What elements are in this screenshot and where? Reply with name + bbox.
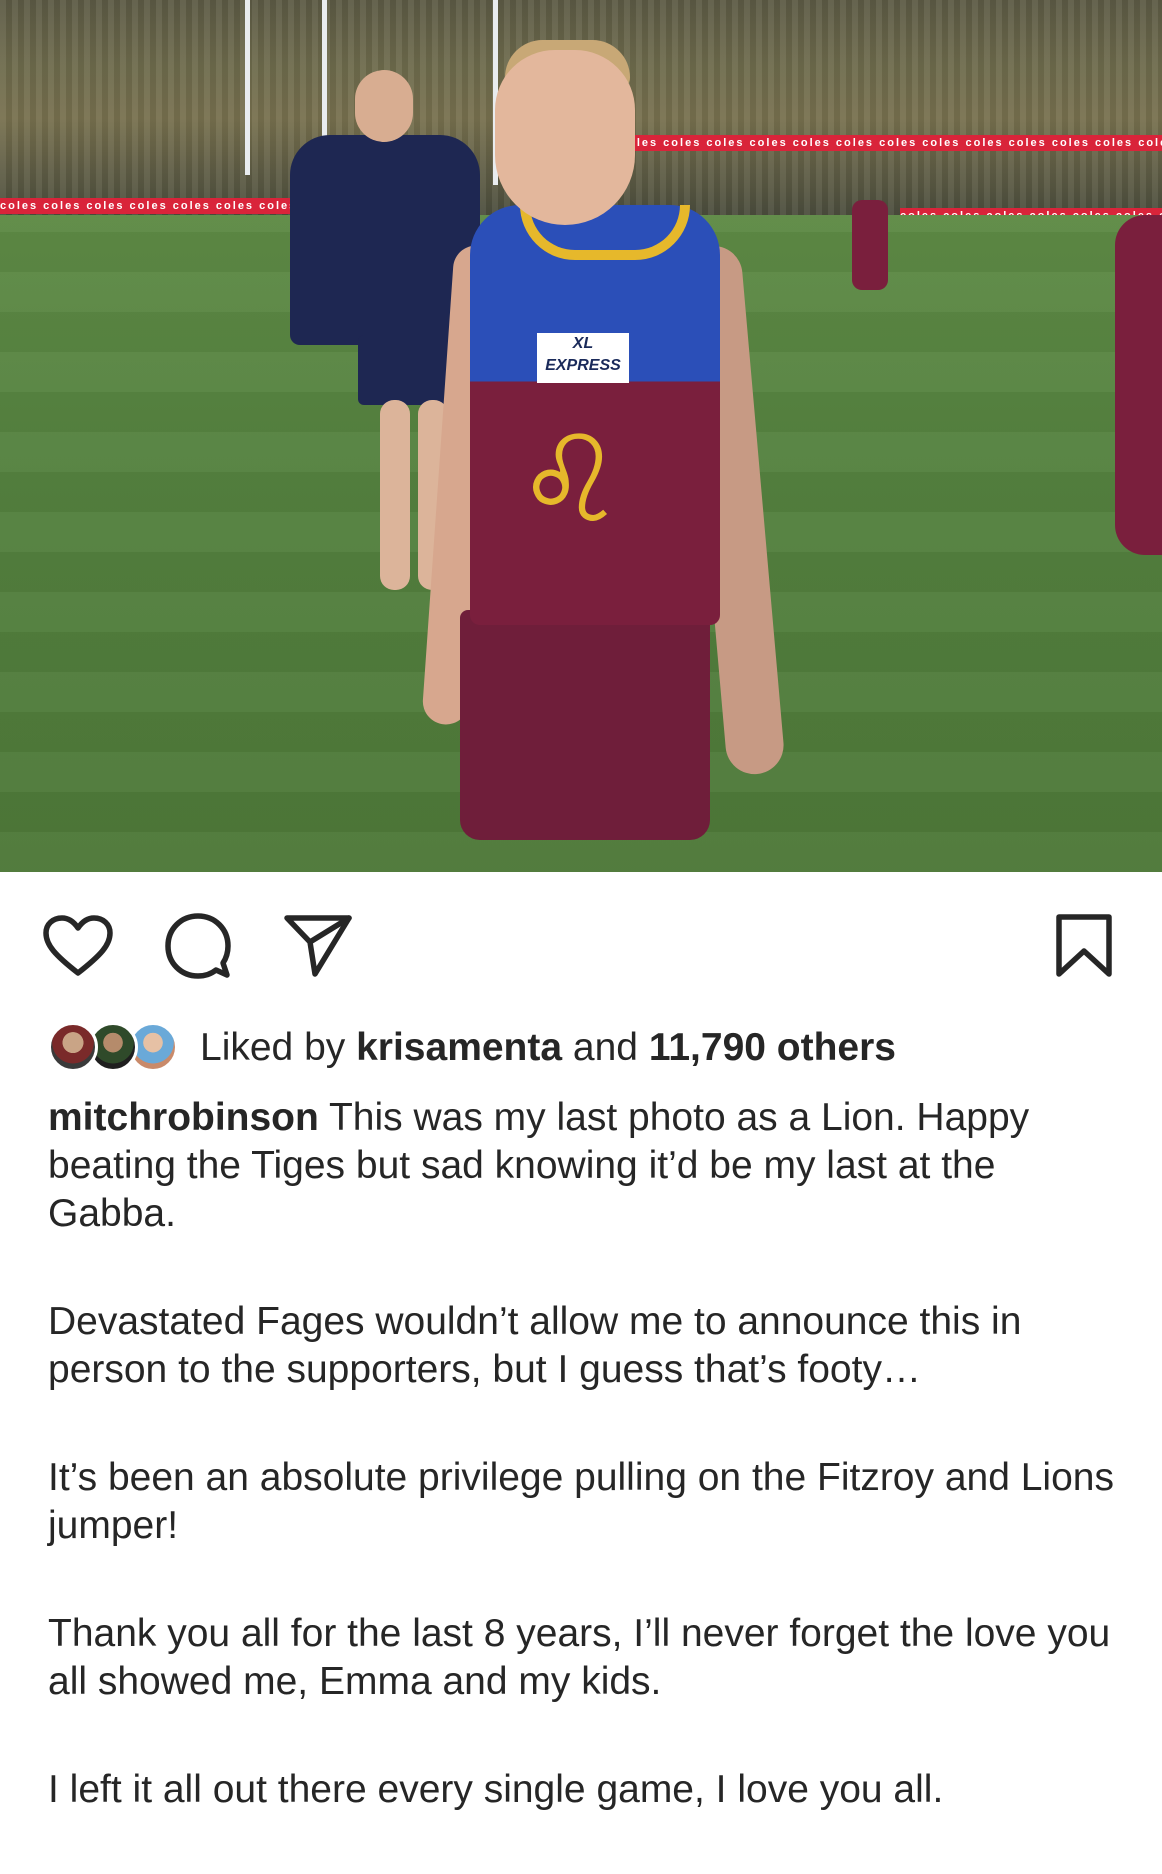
liker-username[interactable]: krisamenta: [356, 1026, 562, 1069]
liker-avatars: [48, 1020, 180, 1076]
ad-board: coles coles coles coles coles coles cole…: [0, 198, 300, 214]
background-staff-shorts: [358, 335, 458, 405]
comment-icon: [165, 913, 231, 979]
share-button[interactable]: [282, 910, 354, 982]
caption-paragraph: Devastated Fages wouldn’t allow me to an…: [48, 1300, 1022, 1391]
player-shorts: [460, 610, 710, 840]
background-staff-leg: [380, 400, 410, 590]
send-icon: [284, 915, 352, 977]
heart-icon: [43, 915, 113, 976]
background-staff-head: [355, 70, 413, 142]
background-player: [852, 200, 888, 290]
post-caption: mitchrobinson This was my last photo as …: [48, 1094, 1128, 1874]
save-button[interactable]: [1048, 910, 1120, 982]
likes-text: Liked by krisamenta and 11,790 others: [200, 1026, 896, 1069]
post-photo[interactable]: coles coles coles coles coles coles cole…: [0, 0, 1162, 872]
caption-paragraph: Thank you all for the last 8 years, I’ll…: [48, 1612, 1111, 1703]
goal-post: [245, 0, 250, 175]
background-player: [1115, 215, 1162, 555]
lion-crest-icon: ♌: [516, 413, 624, 547]
likes-summary[interactable]: Liked by krisamenta and 11,790 others: [48, 1020, 896, 1076]
avatar: [48, 1022, 98, 1072]
caption-paragraph: It’s been an absolute privilege pulling …: [48, 1456, 1114, 1547]
player-head: [495, 50, 635, 225]
likes-count[interactable]: 11,790 others: [649, 1026, 896, 1069]
jersey-sponsor-logo: XL EXPRESS: [537, 333, 629, 383]
ad-board: coles coles coles coles coles coles cole…: [620, 135, 1162, 151]
caption-paragraph: I left it all out there every single gam…: [48, 1768, 944, 1811]
caption-paragraph: mitchrobinson This was my last photo as …: [48, 1096, 1030, 1235]
comment-button[interactable]: [162, 910, 234, 982]
like-button[interactable]: [42, 910, 114, 982]
author-username[interactable]: mitchrobinson: [48, 1096, 319, 1139]
bookmark-icon: [1056, 914, 1112, 977]
